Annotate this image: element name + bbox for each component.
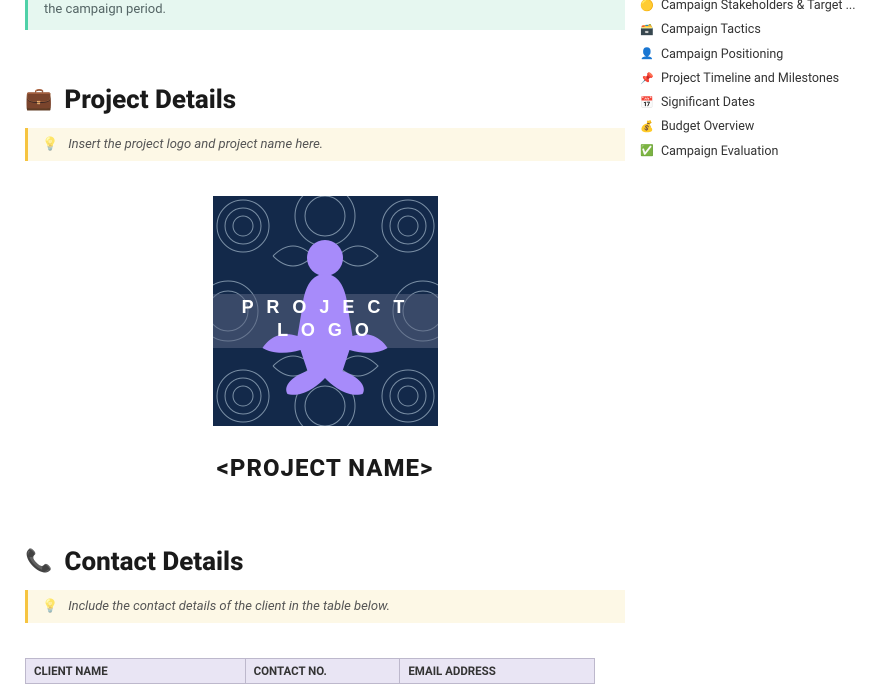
col-email: EMAIL ADDRESS (400, 658, 595, 683)
pin-icon: 📌 (640, 72, 654, 86)
sidebar-item-label: Campaign Tactics (661, 22, 761, 38)
project-details-heading: 💼 Project Details (25, 85, 625, 115)
sidebar-item-label: Significant Dates (661, 95, 755, 111)
intro-text: the campaign period. (44, 2, 166, 17)
phone-icon: 📞 (25, 549, 52, 574)
logo-text-line1: P R O J E C T (213, 296, 438, 319)
heading-text: Project Details (64, 85, 236, 115)
lightbulb-icon: 💡 (42, 599, 58, 614)
col-contact-no: CONTACT NO. (245, 658, 400, 683)
sidebar-item[interactable]: ✅ Campaign Evaluation (640, 140, 870, 164)
contact-table[interactable]: CLIENT NAME CONTACT NO. EMAIL ADDRESS (25, 658, 595, 684)
sidebar-item-label: Budget Overview (661, 119, 754, 135)
lightbulb-icon: 💡 (42, 137, 58, 152)
sidebar-item[interactable]: 🟡 Campaign Stakeholders & Target ... (640, 0, 870, 18)
project-logo-block: P R O J E C T L O G O <PROJECT NAME> (25, 196, 625, 482)
contact-tip-text: Include the contact details of the clien… (68, 599, 390, 614)
outline-sidebar: 🟡 Campaign Stakeholders & Target ... 🗃️ … (640, 0, 870, 164)
project-logo-placeholder[interactable]: P R O J E C T L O G O (213, 196, 438, 426)
sidebar-item[interactable]: 📌 Project Timeline and Milestones (640, 67, 870, 91)
sidebar-item[interactable]: 👤 Campaign Positioning (640, 43, 870, 67)
sidebar-item[interactable]: 🗃️ Campaign Tactics (640, 18, 870, 42)
sidebar-item[interactable]: 💰 Budget Overview (640, 115, 870, 139)
project-tip-text: Insert the project logo and project name… (68, 137, 323, 152)
archive-icon: 🗃️ (640, 23, 654, 37)
sidebar-item-label: Campaign Evaluation (661, 144, 778, 160)
col-client-name: CLIENT NAME (26, 658, 246, 683)
sidebar-item[interactable]: 📅 Significant Dates (640, 91, 870, 115)
contact-details-heading: 📞 Contact Details (25, 547, 625, 577)
dot-icon: 🟡 (640, 0, 654, 13)
heading-text: Contact Details (64, 547, 243, 577)
table-header-row: CLIENT NAME CONTACT NO. EMAIL ADDRESS (26, 658, 595, 683)
calendar-icon: 📅 (640, 96, 654, 110)
moneybag-icon: 💰 (640, 120, 654, 134)
project-name-placeholder[interactable]: <PROJECT NAME> (25, 454, 625, 482)
contact-tip-callout: 💡 Include the contact details of the cli… (25, 590, 625, 623)
project-tip-callout: 💡 Insert the project logo and project na… (25, 128, 625, 161)
logo-text-line2: L O G O (213, 319, 438, 342)
sidebar-item-label: Campaign Stakeholders & Target ... (661, 0, 856, 14)
sidebar-item-label: Campaign Positioning (661, 47, 783, 63)
intro-callout: the campaign period. (25, 0, 625, 30)
check-icon: ✅ (640, 144, 654, 158)
main-content: the campaign period. 💼 Project Details 💡… (25, 0, 625, 684)
briefcase-icon: 💼 (25, 87, 52, 112)
person-icon: 👤 (640, 47, 654, 61)
sidebar-item-label: Project Timeline and Milestones (661, 71, 839, 87)
logo-text: P R O J E C T L O G O (213, 296, 438, 343)
